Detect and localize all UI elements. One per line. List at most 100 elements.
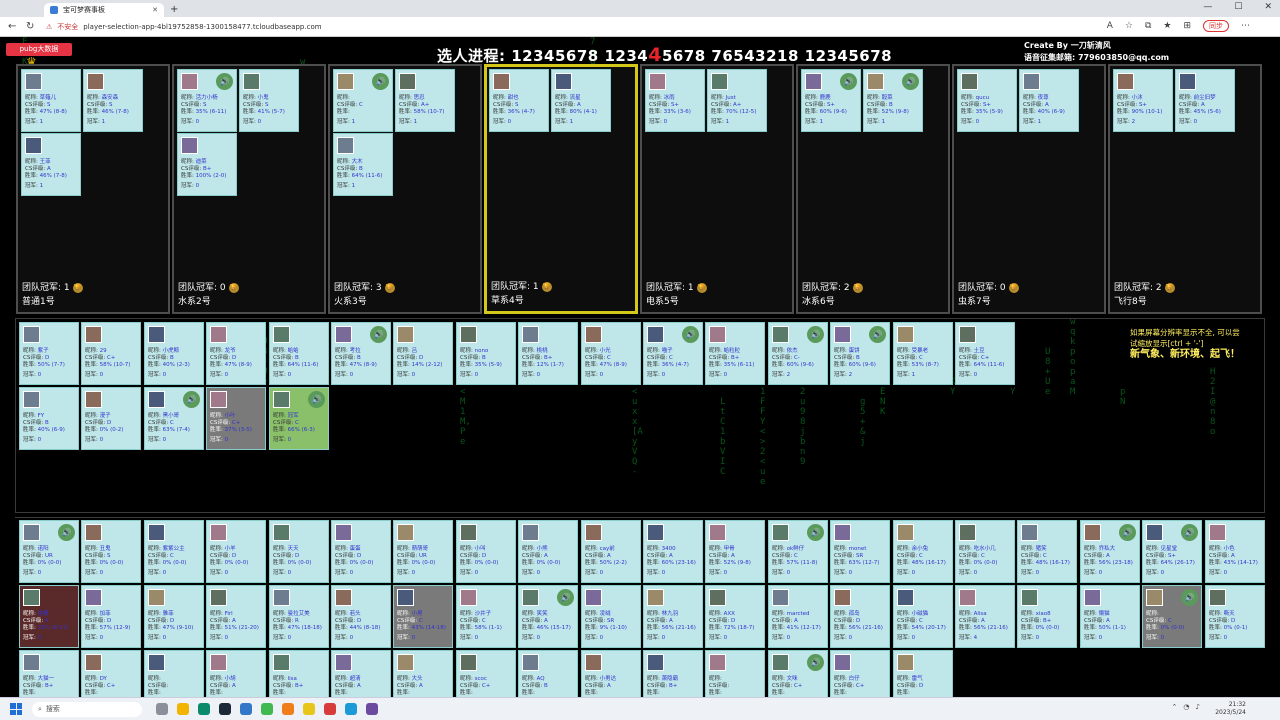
player-card[interactable]: 昵称: 流星 CS评级: A 胜率: 80% (4-1) 冠军: 1 — [551, 69, 611, 132]
player-card[interactable]: 昵称: 小叫 CS评级: D 胜率: 0% (0-0) 冠军: 0 — [456, 520, 516, 583]
app-icon-cyan[interactable] — [345, 703, 357, 715]
reload-icon[interactable]: ↻ — [26, 21, 36, 32]
player-card[interactable]: 昵称: 嘶天 CS评级: D 胜率: 0% (0-1) 冠军: 0 — [1205, 585, 1265, 648]
player-card[interactable]: 昵称: 炮慢 CS评级: A 胜率: 32% (8-17) 冠军: 0 — [19, 585, 79, 648]
speaker-icon[interactable]: 🔊 — [372, 73, 389, 90]
taskbar-search[interactable]: ⌕ 搜索 — [32, 701, 142, 717]
player-card[interactable]: 昵称: 丑鬼 CS评级: S 胜率: 0% (0-0) 冠军: 0 — [81, 520, 141, 583]
steam-icon[interactable] — [219, 703, 231, 715]
player-card[interactable]: 昵称: 小熊 CS评级: A 胜率: 0% (0-0) 冠军: 0 — [518, 520, 578, 583]
player-card[interactable]: 昵称: 王菲 CS评级: A 胜率: 46% (7-8) 冠军: 1 — [21, 133, 81, 196]
player-card[interactable]: 昵称: 紫子 CS评级: D 胜率: 50% (7-7) 冠军: 0 — [19, 322, 79, 385]
player-card[interactable]: 昵称: 3400 CS评级: A 胜率: 60% (23-16) 冠军: 0 — [643, 520, 703, 583]
player-card[interactable]: 昵称: 蛋蛋 CS评级: D 胜率: 0% (0-0) 冠军: 0 — [331, 520, 391, 583]
player-card[interactable]: 昵称: 大头CS评级: A胜率: 冠军: — [393, 650, 453, 697]
player-card[interactable]: 昵称: 前尘旧梦 CS评级: A 胜率: 45% (5-6) 冠军: 0 — [1175, 69, 1235, 132]
player-card[interactable]: 昵称: 小鬼 CS评级: S 胜率: 41% (5-7) 冠军: 0 — [239, 69, 299, 132]
tray-arrow-icon[interactable]: ⌃ — [1172, 703, 1178, 711]
player-card[interactable]: 昵称: 紫紫公主 CS评级: C 胜率: 0% (0-0) 冠军: 0 — [144, 520, 204, 583]
player-card[interactable]: 🔊 昵称: 喵子 CS评级: C 胜率: 36% (4-7) 冠军: 0 — [643, 322, 703, 385]
player-card[interactable]: 昵称: 曼拉艾美 CS评级: R 胜率: 47% (18-18) 冠军: 0 — [269, 585, 329, 648]
read-aloud-icon[interactable]: A — [1107, 21, 1113, 31]
player-card[interactable]: 昵称: qucu CS评级: S+ 胜率: 35% (5-9) 冠军: 0 — [957, 69, 1017, 132]
player-card[interactable]: 昵称: 小叶 CS评级: C+ 胜率: 37% (3-5) 冠军: 0 — [206, 387, 266, 450]
player-card[interactable]: 昵称: 小磁猫 CS评级: C 胜率: 54% (20-17) 冠军: 0 — [893, 585, 953, 648]
player-card[interactable]: 昵称: 蛤蛤 CS评级: B 胜率: 64% (11-6) 冠军: 0 — [269, 322, 329, 385]
speaker-icon[interactable]: 🔊 — [807, 326, 824, 343]
speaker-icon[interactable]: 🔊 — [869, 326, 886, 343]
player-card[interactable]: 🔊 昵称: 鹿鹿 CS评级: S+ 胜率: 60% (9-6) 冠军: 1 — [801, 69, 861, 132]
close-window-icon[interactable]: ✕ — [1264, 2, 1272, 12]
pubg-data-button[interactable]: pubg大数据 — [6, 43, 72, 56]
player-card[interactable]: 昵称: 森安森 CS评级: S 胜率: 46% (7-8) 冠军: 1 — [83, 69, 143, 132]
app-icon-yellow[interactable] — [303, 703, 315, 715]
player-card[interactable]: 昵称: 甲骨 CS评级: A 胜率: 52% (9-8) 冠军: 0 — [705, 520, 765, 583]
player-card[interactable]: 昵称: 冰雨 CS评级: S+ 胜率: 33% (3-6) 冠军: 0 — [645, 69, 705, 132]
player-card[interactable]: 昵称: cay前 CS评级: A 胜率: 50% (2-2) 冠军: 0 — [581, 520, 641, 583]
player-card[interactable]: 昵称: 漫子 CS评级: D 胜率: 0% (0-2) 冠军: 0 — [81, 387, 141, 450]
player-card[interactable]: 昵称: 猪笑 CS评级: C 胜率: 48% (16-17) 冠军: 0 — [1017, 520, 1077, 583]
player-card[interactable]: 昵称: 小胡CS评级: A胜率: 冠军: — [206, 650, 266, 697]
player-card[interactable]: 昵称: 29 CS评级: C+ 胜率: 58% (10-7) 冠军: 0 — [81, 322, 141, 385]
back-icon[interactable]: ← — [8, 21, 18, 32]
player-card[interactable]: 🔊昵称: 文咪CS评级: C+胜率: 冠军: — [768, 650, 828, 697]
player-card[interactable]: 昵称: 萧隐霸CS评级: B+胜率: 冠军: — [643, 650, 703, 697]
volume-icon[interactable]: ♪ — [1196, 703, 1200, 711]
speaker-icon[interactable]: 🔊 — [1181, 524, 1198, 541]
app-icon-green[interactable] — [261, 703, 273, 715]
minimize-icon[interactable]: — — [1203, 2, 1212, 12]
player-card[interactable]: 昵称: 小色 CS评级: A 胜率: 43% (14-17) 冠军: 0 — [1205, 520, 1265, 583]
player-card[interactable]: 🔊 昵称: 乔私大 CS评级: A 胜率: 56% (23-18) 冠军: 0 — [1080, 520, 1140, 583]
player-card[interactable]: 🔊 昵称: 见星堂 CS评级: S+ 胜率: 64% (26-17) 冠军: 0 — [1142, 520, 1202, 583]
player-card[interactable]: 🔊 昵称: 蛋饼 CS评级: B 胜率: 60% (9-6) 冠军: 2 — [830, 322, 890, 385]
app-icon-red[interactable] — [324, 703, 336, 715]
player-card[interactable]: 昵称: 夜尊 CS评级: A 胜率: 40% (6-9) 冠军: 1 — [1019, 69, 1079, 132]
player-card[interactable]: 昵称: CS评级: 胜率: 冠军: — [705, 650, 765, 697]
player-card[interactable]: 昵称: 雅菲 CS评级: D 胜率: 47% (9-10) 冠军: 0 — [144, 585, 204, 648]
speaker-icon[interactable]: 🔊 — [183, 391, 200, 408]
player-card[interactable]: 昵称: 思忍 CS评级: A+ 胜率: 58% (10-7) 冠军: 1 — [395, 69, 455, 132]
player-card[interactable]: 昵称: 吃水小几 CS评级: C 胜率: 0% (0-0) 冠军: 0 — [955, 520, 1015, 583]
app-icon-orange[interactable] — [282, 703, 294, 715]
player-card[interactable]: 昵称: 白仔CS评级: C+胜率: 冠军: — [830, 650, 890, 697]
player-card[interactable]: 昵称: 蛤粒粒 CS评级: B+ 胜率: 35% (6-11) 冠军: 0 — [705, 322, 765, 385]
player-card[interactable]: 昵称: 孤岛 CS评级: D 胜率: 56% (21-16) 冠军: 0 — [830, 585, 890, 648]
player-card[interactable]: 🔊 昵称: CS评级: C 胜率: 冠军: 1 — [333, 69, 393, 132]
player-card[interactable]: 🔊 昵称: 诺阳 CS评级: UR 胜率: 0% (0-0) 冠军: 0 — [19, 520, 79, 583]
player-card[interactable]: 昵称: 受暴老 CS评级: C 胜率: 53% (8-7) 冠军: 1 — [893, 322, 953, 385]
favorites-list-icon[interactable]: ★ — [1163, 21, 1171, 31]
player-card[interactable]: 昵称: 大猫一CS评级: B+胜率: 冠军: — [19, 650, 79, 697]
player-card[interactable]: 🔊 昵称: 考拉 CS评级: B 胜率: 47% (8-9) 冠军: 0 — [331, 322, 391, 385]
player-card[interactable]: 昵称: 余小兔 CS评级: C 胜率: 48% (16-17) 冠军: 0 — [893, 520, 953, 583]
maximize-icon[interactable]: ☐ — [1234, 2, 1242, 12]
player-card[interactable]: 🔊 昵称: ok鲜仔 CS评级: C 胜率: 57% (11-8) 冠军: 0 — [768, 520, 828, 583]
player-card[interactable]: 昵称: 沙井子 CS评级: C 胜率: 58% (1-1) 冠军: 0 — [456, 585, 516, 648]
start-icon[interactable] — [10, 703, 22, 715]
url-field[interactable]: ⚠ 不安全 player-selection-app-4bl19752858-1… — [46, 22, 322, 32]
player-card[interactable]: 昵称: 林九羽 CS评级: A 胜率: 56% (21-16) 冠军: 0 — [643, 585, 703, 648]
player-card[interactable]: 🔊 昵称: 笑笑 CS评级: A 胜率: 46% (15-17) 冠军: 0 — [518, 585, 578, 648]
player-card[interactable]: 昵称: 萌萌哥 CS评级: UR 胜率: 0% (0-0) 冠军: 0 — [393, 520, 453, 583]
speaker-icon[interactable]: 🔊 — [308, 391, 325, 408]
player-card[interactable]: 昵称: 大木 CS评级: B 胜率: 64% (11-6) 冠军: 1 — [333, 133, 393, 196]
player-card[interactable]: 昵称: 龙爷 CS评级: D 胜率: 47% (8-9) 冠军: 0 — [206, 322, 266, 385]
player-card[interactable]: 昵称: AQCS评级: B胜率: 冠军: — [518, 650, 578, 697]
speaker-icon[interactable]: 🔊 — [216, 73, 233, 90]
player-card[interactable]: 昵称: FY CS评级: B 胜率: 40% (6-9) 冠军: 0 — [19, 387, 79, 450]
app-icon-purple[interactable] — [366, 703, 378, 715]
sync-button[interactable]: 同步 — [1203, 20, 1229, 32]
speaker-icon[interactable]: 🔊 — [902, 73, 919, 90]
player-card[interactable]: 昵称: Just CS评级: A+ 胜率: 70% (12-5) 冠军: 1 — [707, 69, 767, 132]
player-card[interactable]: 🔊 昵称: 黑小哥 CS评级: C 胜率: 63% (7-4) 冠军: 0 — [144, 387, 204, 450]
player-card[interactable]: 昵称: 吕 CS评级: D 胜率: 14% (2-12) 冠军: 0 — [393, 322, 453, 385]
player-card[interactable]: 昵称: 凌绒 CS评级: SR 胜率: 9% (1-10) 冠军: 0 — [581, 585, 641, 648]
player-card[interactable]: 🔊 昵称: 冠军 CS评级: C 胜率: 66% (6-3) 冠军: 0 — [269, 387, 329, 450]
edge-icon[interactable] — [198, 703, 210, 715]
speaker-icon[interactable]: 🔊 — [807, 654, 824, 671]
player-card[interactable]: 昵称: DYCS评级: C+胜率: 冠军: — [81, 650, 141, 697]
player-card[interactable]: 昵称: 若头 CS评级: D 胜率: 44% (8-18) 冠军: 0 — [331, 585, 391, 648]
player-card[interactable]: 昵称: 甜也 CS评级: S 胜率: 36% (4-7) 冠军: 0 — [489, 69, 549, 132]
player-card[interactable]: 昵称: 雷气CS评级: D胜率: 冠军: — [893, 650, 953, 697]
network-icon[interactable]: ◔ — [1183, 703, 1189, 711]
player-card[interactable]: 🔊 昵称: CS评级: C 胜率: 0% (0-0) 冠军: 0 — [1142, 585, 1202, 648]
